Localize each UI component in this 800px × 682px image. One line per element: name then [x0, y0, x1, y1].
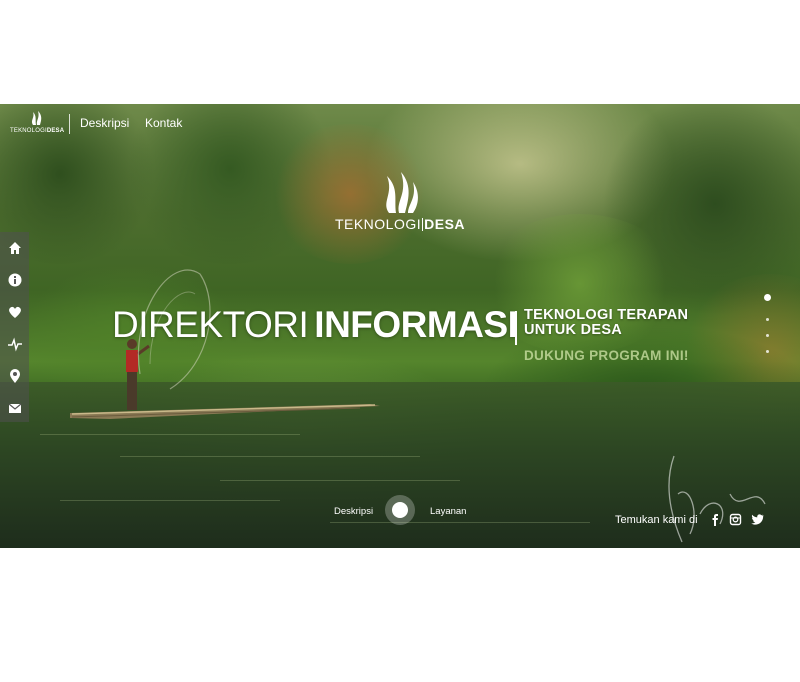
nav-divider	[69, 114, 70, 134]
headline-bold: INFORMASI	[314, 304, 518, 345]
headline-light: DIREKTORI	[112, 304, 309, 345]
slider-label-layanan[interactable]: Layanan	[430, 506, 466, 517]
section-pagination	[764, 294, 772, 364]
flame-logo-icon	[32, 111, 42, 125]
flame-logo-icon	[386, 172, 418, 213]
instagram-icon[interactable]	[729, 513, 742, 526]
support-program-link[interactable]: DUKUNG PROGRAM INI!	[524, 348, 689, 363]
mail-icon[interactable]	[7, 400, 23, 416]
slider-toggle[interactable]	[385, 495, 415, 525]
center-logo: TEKNOLOGI DESA	[330, 172, 470, 242]
nav-link-deskripsi[interactable]: Deskripsi	[80, 116, 129, 130]
headline-divider	[515, 311, 517, 345]
top-navigation: TEKNOLOGIDESA Deskripsi Kontak	[0, 104, 800, 142]
center-brand-text: TEKNOLOGI DESA	[334, 216, 466, 232]
pagination-dot-4[interactable]	[766, 350, 769, 353]
facebook-icon[interactable]	[709, 513, 722, 526]
hero-banner: TEKNOLOGIDESA Deskripsi Kontak TEKNOLOGI…	[0, 104, 800, 548]
left-sidebar	[0, 232, 29, 422]
tagline-line-1: TEKNOLOGI TERAPAN	[524, 307, 689, 323]
pagination-dot-1[interactable]	[764, 294, 771, 301]
slider-label-deskripsi[interactable]: Deskripsi	[334, 506, 373, 517]
social-label: Temukan kami di	[615, 514, 698, 526]
pagination-dot-2[interactable]	[766, 318, 769, 321]
home-icon[interactable]	[7, 240, 23, 256]
pagination-dot-3[interactable]	[766, 334, 769, 337]
logo-text: TEKNOLOGIDESA	[10, 128, 65, 134]
tagline-line-2: UNTUK DESA	[524, 322, 623, 338]
location-pin-icon[interactable]	[7, 368, 23, 384]
pulse-icon[interactable]	[7, 336, 23, 352]
site-logo[interactable]: TEKNOLOGIDESA	[10, 110, 64, 138]
slider-toggle-knob	[392, 502, 408, 518]
nav-link-kontak[interactable]: Kontak	[145, 116, 182, 130]
tagline: TEKNOLOGI TERAPAN UNTUK DESA	[524, 308, 688, 338]
heart-icon[interactable]	[7, 304, 23, 320]
signature-watermark	[668, 455, 766, 543]
info-icon[interactable]	[7, 272, 23, 288]
page-headline: DIREKTORI INFORMASI	[112, 304, 518, 346]
twitter-icon[interactable]	[751, 513, 764, 526]
